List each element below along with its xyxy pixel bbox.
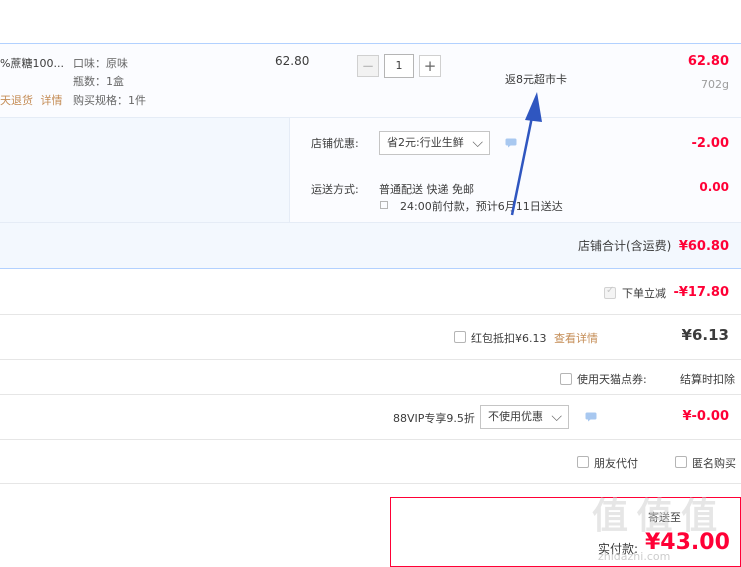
product-name[interactable]: %蔗糖100... xyxy=(0,55,64,71)
shop-discount-value: -2.00 xyxy=(691,136,729,151)
top-divider xyxy=(0,43,741,44)
item-subtotal: 62.80 xyxy=(687,54,729,69)
chat-icon[interactable] xyxy=(585,412,597,422)
copy-icon xyxy=(380,201,388,209)
vip-value: ¥-0.00 xyxy=(682,409,729,424)
shipping-value: 0.00 xyxy=(699,180,729,194)
unit-price: 62.80 xyxy=(275,54,310,68)
quantity-decrease-button[interactable]: − xyxy=(357,55,379,77)
red-packet-label: 红包抵扣¥6.13 xyxy=(471,332,547,345)
product-attr-bottles: 瓶数：1盒 xyxy=(73,75,124,88)
vip-discount-select[interactable]: 不使用优惠 ⌵ xyxy=(480,405,569,429)
tmall-points-checkbox[interactable] xyxy=(560,373,572,385)
red-packet-details-link[interactable]: 查看详情 xyxy=(554,330,598,346)
anonymous-label: 匿名购买 xyxy=(692,457,736,470)
supermarket-card-annotation: 返8元超市卡 xyxy=(505,73,567,86)
instant-discount-checkbox[interactable] xyxy=(604,285,616,299)
friend-pay-checkbox[interactable] xyxy=(577,456,589,468)
vip-select-value: 不使用优惠 xyxy=(488,410,543,423)
shop-discount-label: 店铺优惠: xyxy=(311,137,359,150)
divider-2 xyxy=(0,359,741,360)
friend-pay-label: 朋友代付 xyxy=(594,457,638,470)
red-packet-checkbox[interactable] xyxy=(454,331,466,343)
details-link[interactable]: 详情 xyxy=(41,94,63,107)
item-weight: 702g xyxy=(701,78,729,91)
shop-total-label: 店铺合计(含运费) xyxy=(577,239,672,253)
instant-discount-value: -¥17.80 xyxy=(673,285,729,300)
chevron-down-icon: ⌵ xyxy=(551,409,562,425)
watermark-logo: 值 值 值 xyxy=(592,496,717,537)
vip-label: 88VIP专享9.5折 xyxy=(393,412,475,425)
shop-total: 店铺合计(含运费) ¥60.80 xyxy=(578,237,729,254)
divider-4 xyxy=(0,439,741,440)
return-policy: 天退货 详情 xyxy=(0,92,63,108)
shop-total-value: ¥60.80 xyxy=(678,239,729,254)
arrow-annotation xyxy=(510,92,542,216)
divider-1 xyxy=(0,314,741,315)
product-attr-spec: 购买规格：1件 xyxy=(73,94,146,107)
shop-discount-select[interactable]: 省2元:行业生鲜 ⌵ xyxy=(379,131,490,155)
tmall-points-label: 使用天猫点券: xyxy=(577,373,647,386)
shop-section-left xyxy=(0,118,289,222)
shop-discount-select-value: 省2元:行业生鲜 xyxy=(387,136,464,149)
return-policy-text: 天退货 xyxy=(0,94,33,107)
quantity-input[interactable]: 1 xyxy=(384,54,414,78)
shipping-method: 普通配送 快递 免邮 xyxy=(379,183,474,196)
anonymous-checkbox[interactable] xyxy=(675,456,687,468)
instant-discount-label: 下单立减 xyxy=(622,287,666,300)
quantity-increase-button[interactable]: + xyxy=(419,55,441,77)
divider-5 xyxy=(0,483,741,484)
shipping-label: 运送方式: xyxy=(311,183,359,196)
watermark-domain: zhidazhi.com xyxy=(598,550,671,563)
divider-3 xyxy=(0,394,741,395)
tmall-points-value: 结算时扣除 xyxy=(680,373,735,386)
red-packet-value: ¥6.13 xyxy=(681,326,729,344)
chevron-down-icon: ⌵ xyxy=(472,135,483,151)
product-attr-flavor: 口味：原味 xyxy=(73,57,128,70)
